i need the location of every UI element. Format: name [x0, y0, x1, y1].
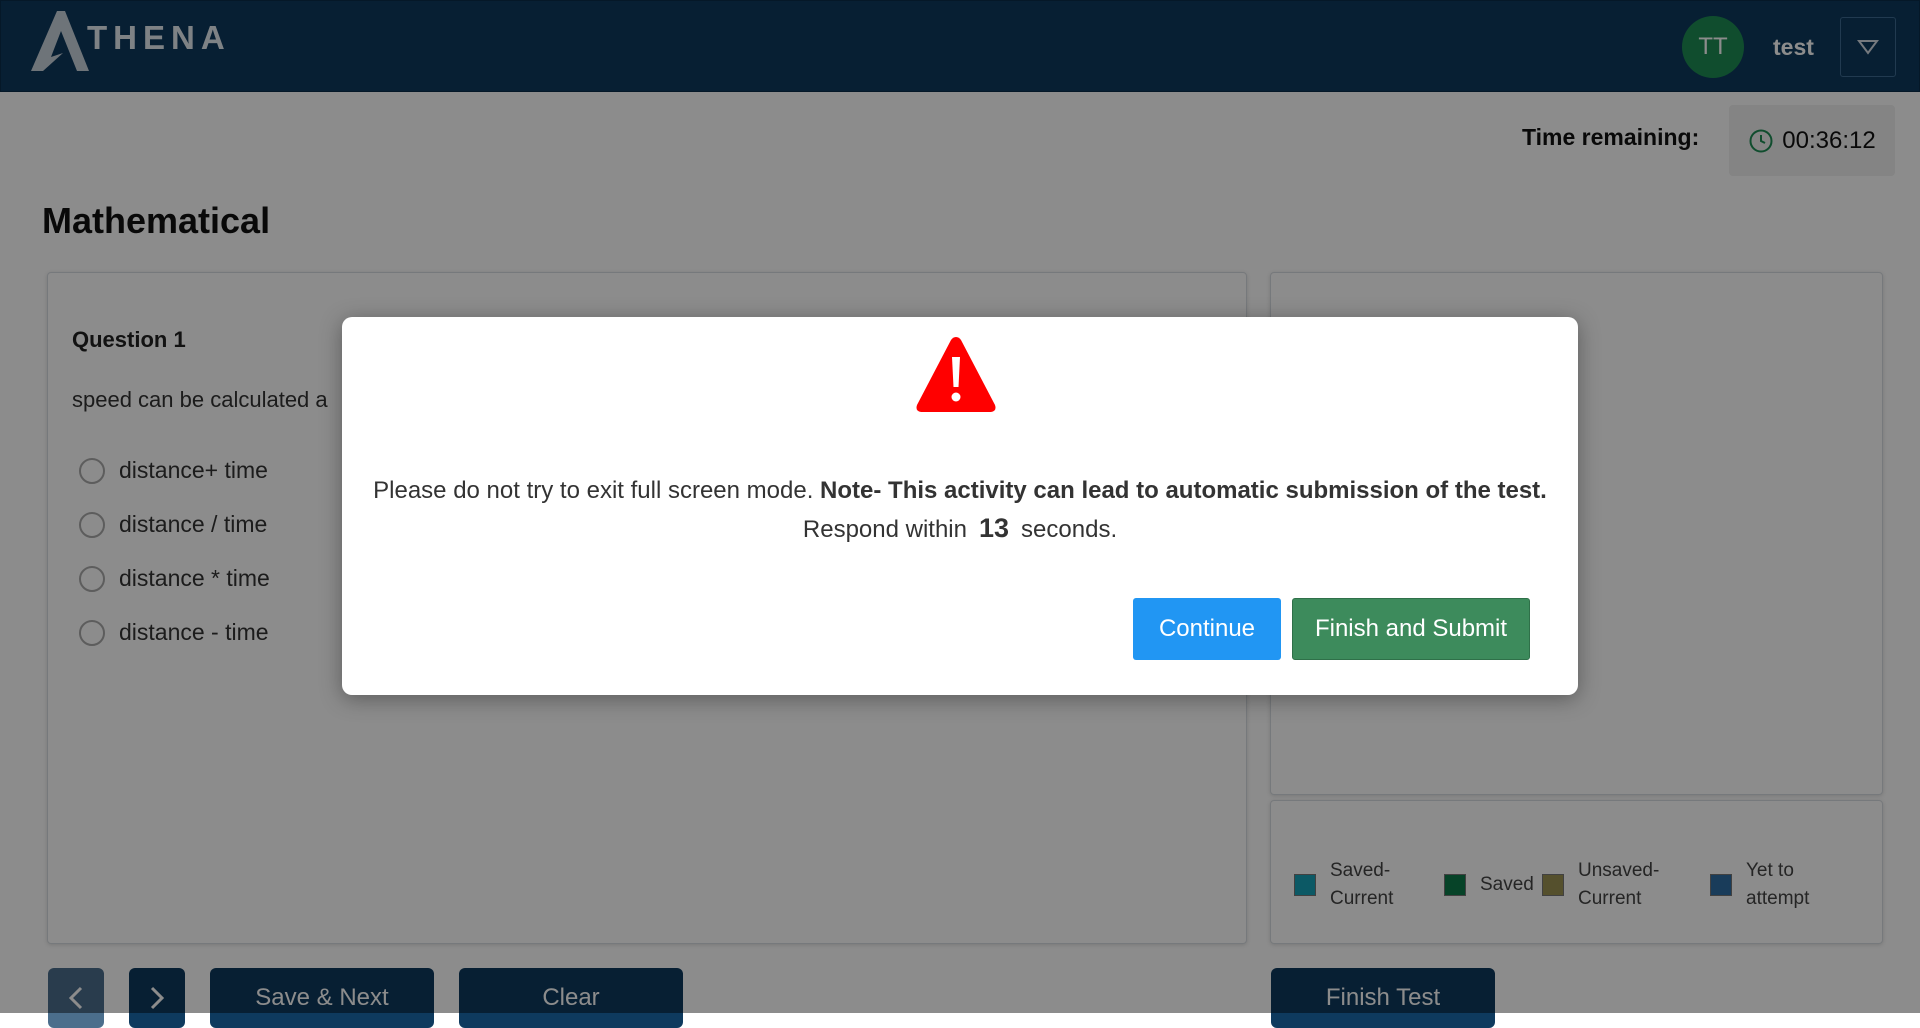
warning-icon [916, 337, 996, 412]
fullscreen-warning-modal: Please do not try to exit full screen mo… [342, 317, 1578, 695]
respond-countdown: Respond within 13 seconds. [342, 513, 1578, 544]
warning-note: Note- This activity can lead to automati… [820, 477, 1547, 504]
continue-button[interactable]: Continue [1133, 598, 1281, 660]
warning-text: Please do not try to exit full screen mo… [373, 477, 814, 504]
respond-prefix: Respond within [802, 516, 967, 543]
warning-message: Please do not try to exit full screen mo… [342, 477, 1578, 505]
countdown-seconds: 13 [979, 513, 1010, 543]
finish-and-submit-button[interactable]: Finish and Submit [1292, 598, 1530, 660]
respond-suffix: seconds. [1021, 516, 1118, 543]
